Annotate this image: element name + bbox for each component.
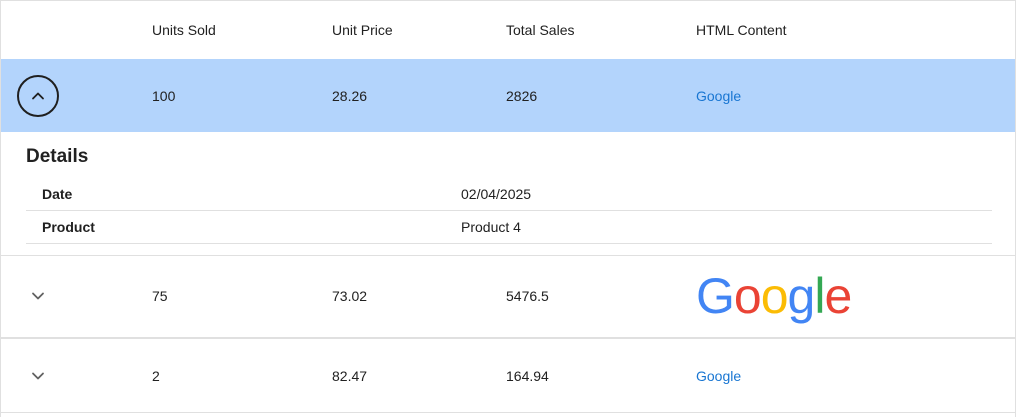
- table-row[interactable]: 100 28.26 2826 Google: [1, 59, 1015, 132]
- cell-unit-price: 73.02: [332, 288, 368, 304]
- logo-letter: o: [760, 268, 789, 324]
- detail-row-product: Product Product 4: [26, 211, 992, 244]
- data-grid: Units Sold Unit Price Total Sales HTML C…: [0, 0, 1016, 417]
- detail-value: Product 4: [461, 219, 521, 235]
- google-link[interactable]: Google: [696, 88, 741, 104]
- cell-total-sales: 2826: [506, 87, 538, 104]
- header-units-sold[interactable]: Units Sold: [152, 1, 216, 59]
- expand-row-button[interactable]: [17, 355, 59, 397]
- google-link[interactable]: Google: [696, 368, 741, 384]
- cell-total-sales: 5476.5: [506, 288, 549, 304]
- header-total-sales[interactable]: Total Sales: [506, 1, 574, 59]
- detail-label: Product: [42, 219, 95, 235]
- cell-html-content: Google: [696, 59, 741, 132]
- table-row[interactable]: 75 73.02 5476.5 Google: [1, 255, 1015, 338]
- logo-letter: l: [814, 268, 825, 324]
- collapse-row-button[interactable]: [17, 74, 59, 117]
- header-html-content[interactable]: HTML Content: [696, 1, 787, 59]
- logo-letter: o: [733, 268, 762, 324]
- cell-units-sold: 75: [152, 288, 168, 304]
- cell-html-content: Google: [696, 255, 852, 337]
- logo-letter: g: [787, 268, 816, 324]
- detail-value: 02/04/2025: [461, 186, 532, 202]
- cell-html-content: Google: [696, 339, 741, 412]
- table-row[interactable]: 2 82.47 164.94 Google: [1, 338, 1015, 413]
- cell-units-sold: 2: [152, 367, 160, 384]
- chevron-down-icon: [32, 292, 44, 300]
- header-unit-price[interactable]: Unit Price: [332, 1, 393, 59]
- chevron-down-icon: [32, 372, 44, 379]
- cell-unit-price: 28.26: [332, 87, 368, 104]
- detail-label: Date: [42, 186, 73, 202]
- cell-units-sold: 100: [152, 87, 176, 104]
- cell-total-sales: 164.94: [506, 367, 549, 384]
- google-logo: Google: [696, 268, 852, 324]
- detail-title: Details: [26, 146, 89, 167]
- detail-row-date: Date 02/04/2025: [26, 178, 992, 211]
- header-row: Units Sold Unit Price Total Sales HTML C…: [1, 1, 1015, 60]
- logo-letter: e: [824, 268, 852, 324]
- expand-row-button[interactable]: [17, 275, 59, 317]
- chevron-up-icon: [32, 92, 44, 99]
- detail-table: Date 02/04/2025 Product Product 4: [26, 178, 992, 244]
- cell-unit-price: 82.47: [332, 367, 368, 384]
- row-detail-panel: Details Date 02/04/2025 Product Product …: [1, 132, 1015, 256]
- logo-letter: G: [696, 268, 735, 324]
